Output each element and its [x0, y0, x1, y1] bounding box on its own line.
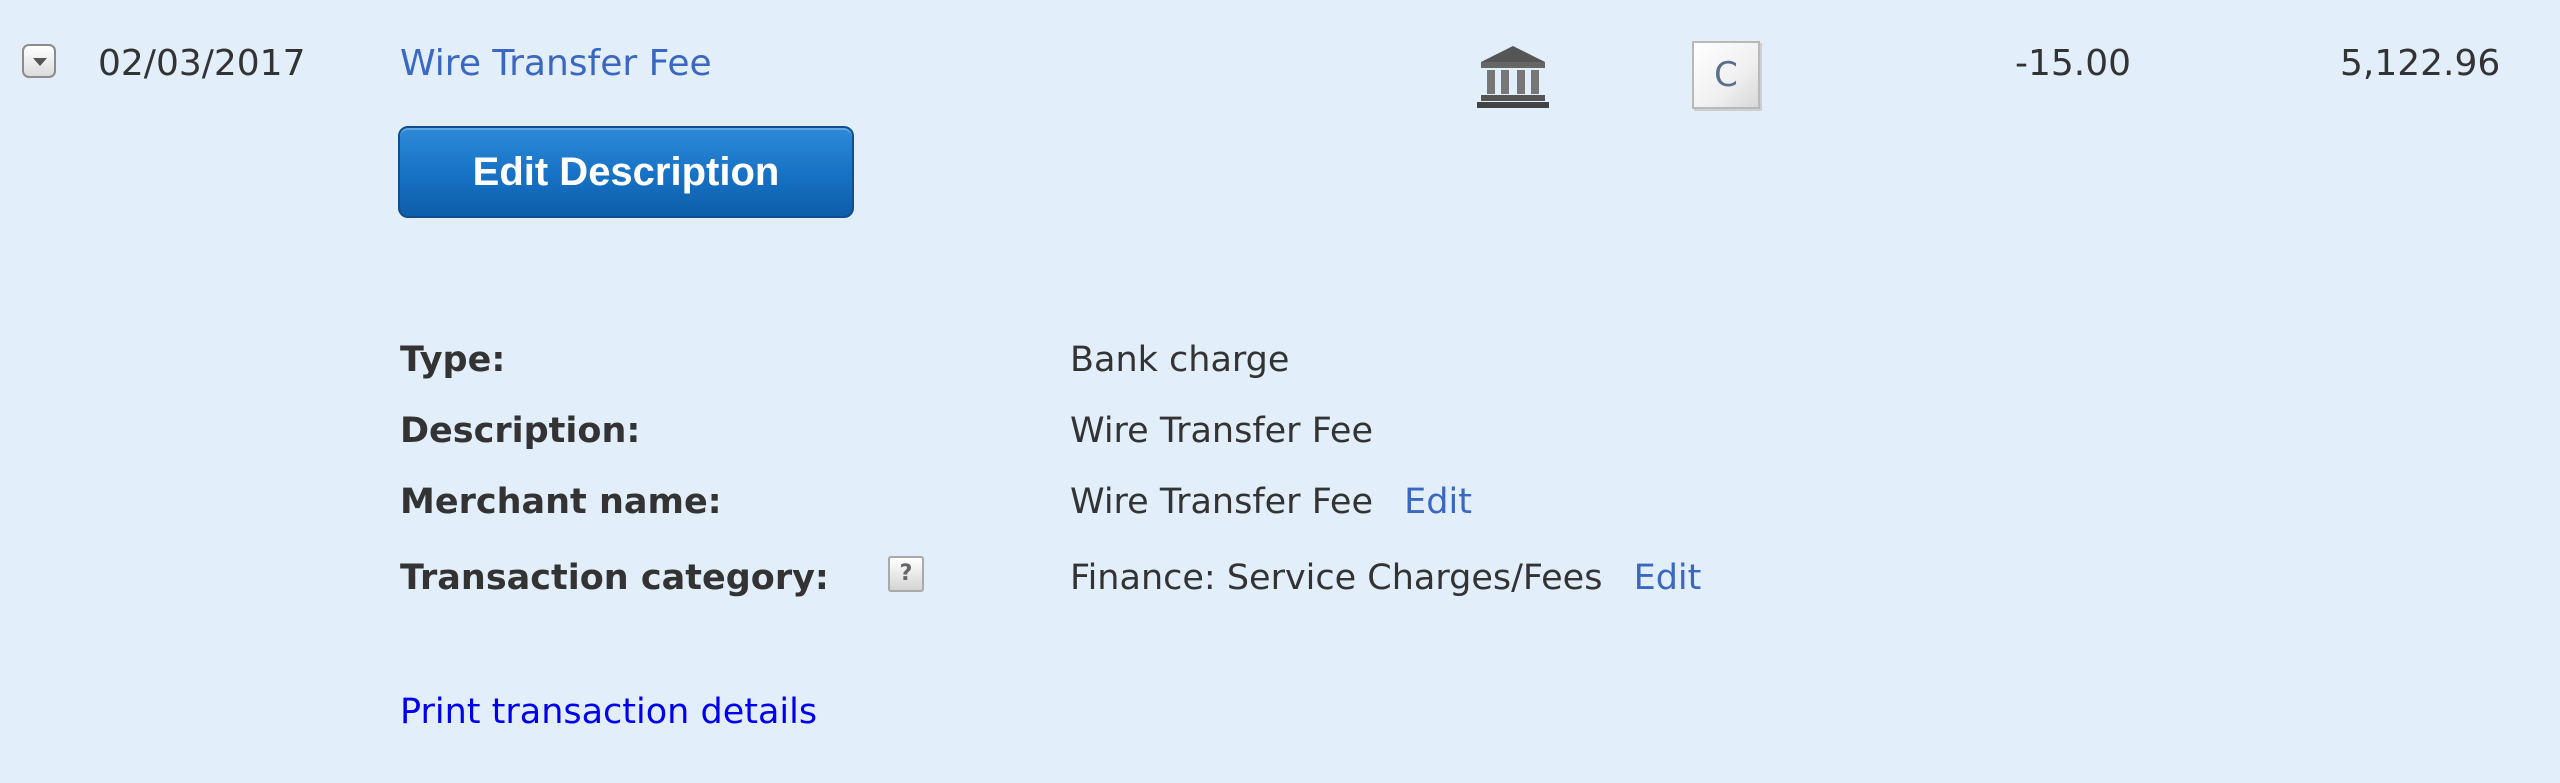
merchant-name-label: Merchant name: — [400, 482, 722, 522]
description-value: Wire Transfer Fee — [1070, 411, 1373, 451]
description-label: Description: — [400, 411, 641, 451]
merchant-name-text: Wire Transfer Fee — [1070, 482, 1373, 522]
running-balance: 5,122.96 — [2340, 43, 2501, 84]
transaction-date: 02/03/2017 — [98, 43, 306, 84]
chevron-down-icon[interactable] — [22, 44, 56, 78]
category-text: Finance: Service Charges/Fees — [1070, 558, 1603, 598]
edit-description-button[interactable]: Edit Description — [398, 126, 854, 218]
transaction-category-value: Finance: Service Charges/Fees Edit — [1070, 556, 1701, 600]
status-code: C — [1714, 55, 1738, 95]
type-label: Type: — [400, 340, 506, 380]
type-value: Bank charge — [1070, 340, 1290, 380]
merchant-edit-link[interactable]: Edit — [1404, 482, 1472, 522]
print-transaction-details-link[interactable]: Print transaction details — [400, 690, 817, 734]
category-edit-link[interactable]: Edit — [1634, 558, 1702, 598]
bank-icon — [1473, 40, 1553, 112]
transaction-amount: -15.00 — [2015, 43, 2132, 84]
help-icon[interactable]: ? — [888, 556, 924, 592]
help-icon-glyph: ? — [899, 561, 913, 586]
cleared-status-badge: C — [1692, 41, 1760, 109]
transaction-description-link[interactable]: Wire Transfer Fee — [400, 42, 712, 86]
merchant-name-value: Wire Transfer Fee Edit — [1070, 480, 1472, 524]
transaction-category-label: Transaction category: — [400, 558, 829, 598]
transaction-detail-panel: 02/03/2017 Wire Transfer Fee C -15.00 5,… — [0, 0, 2560, 783]
